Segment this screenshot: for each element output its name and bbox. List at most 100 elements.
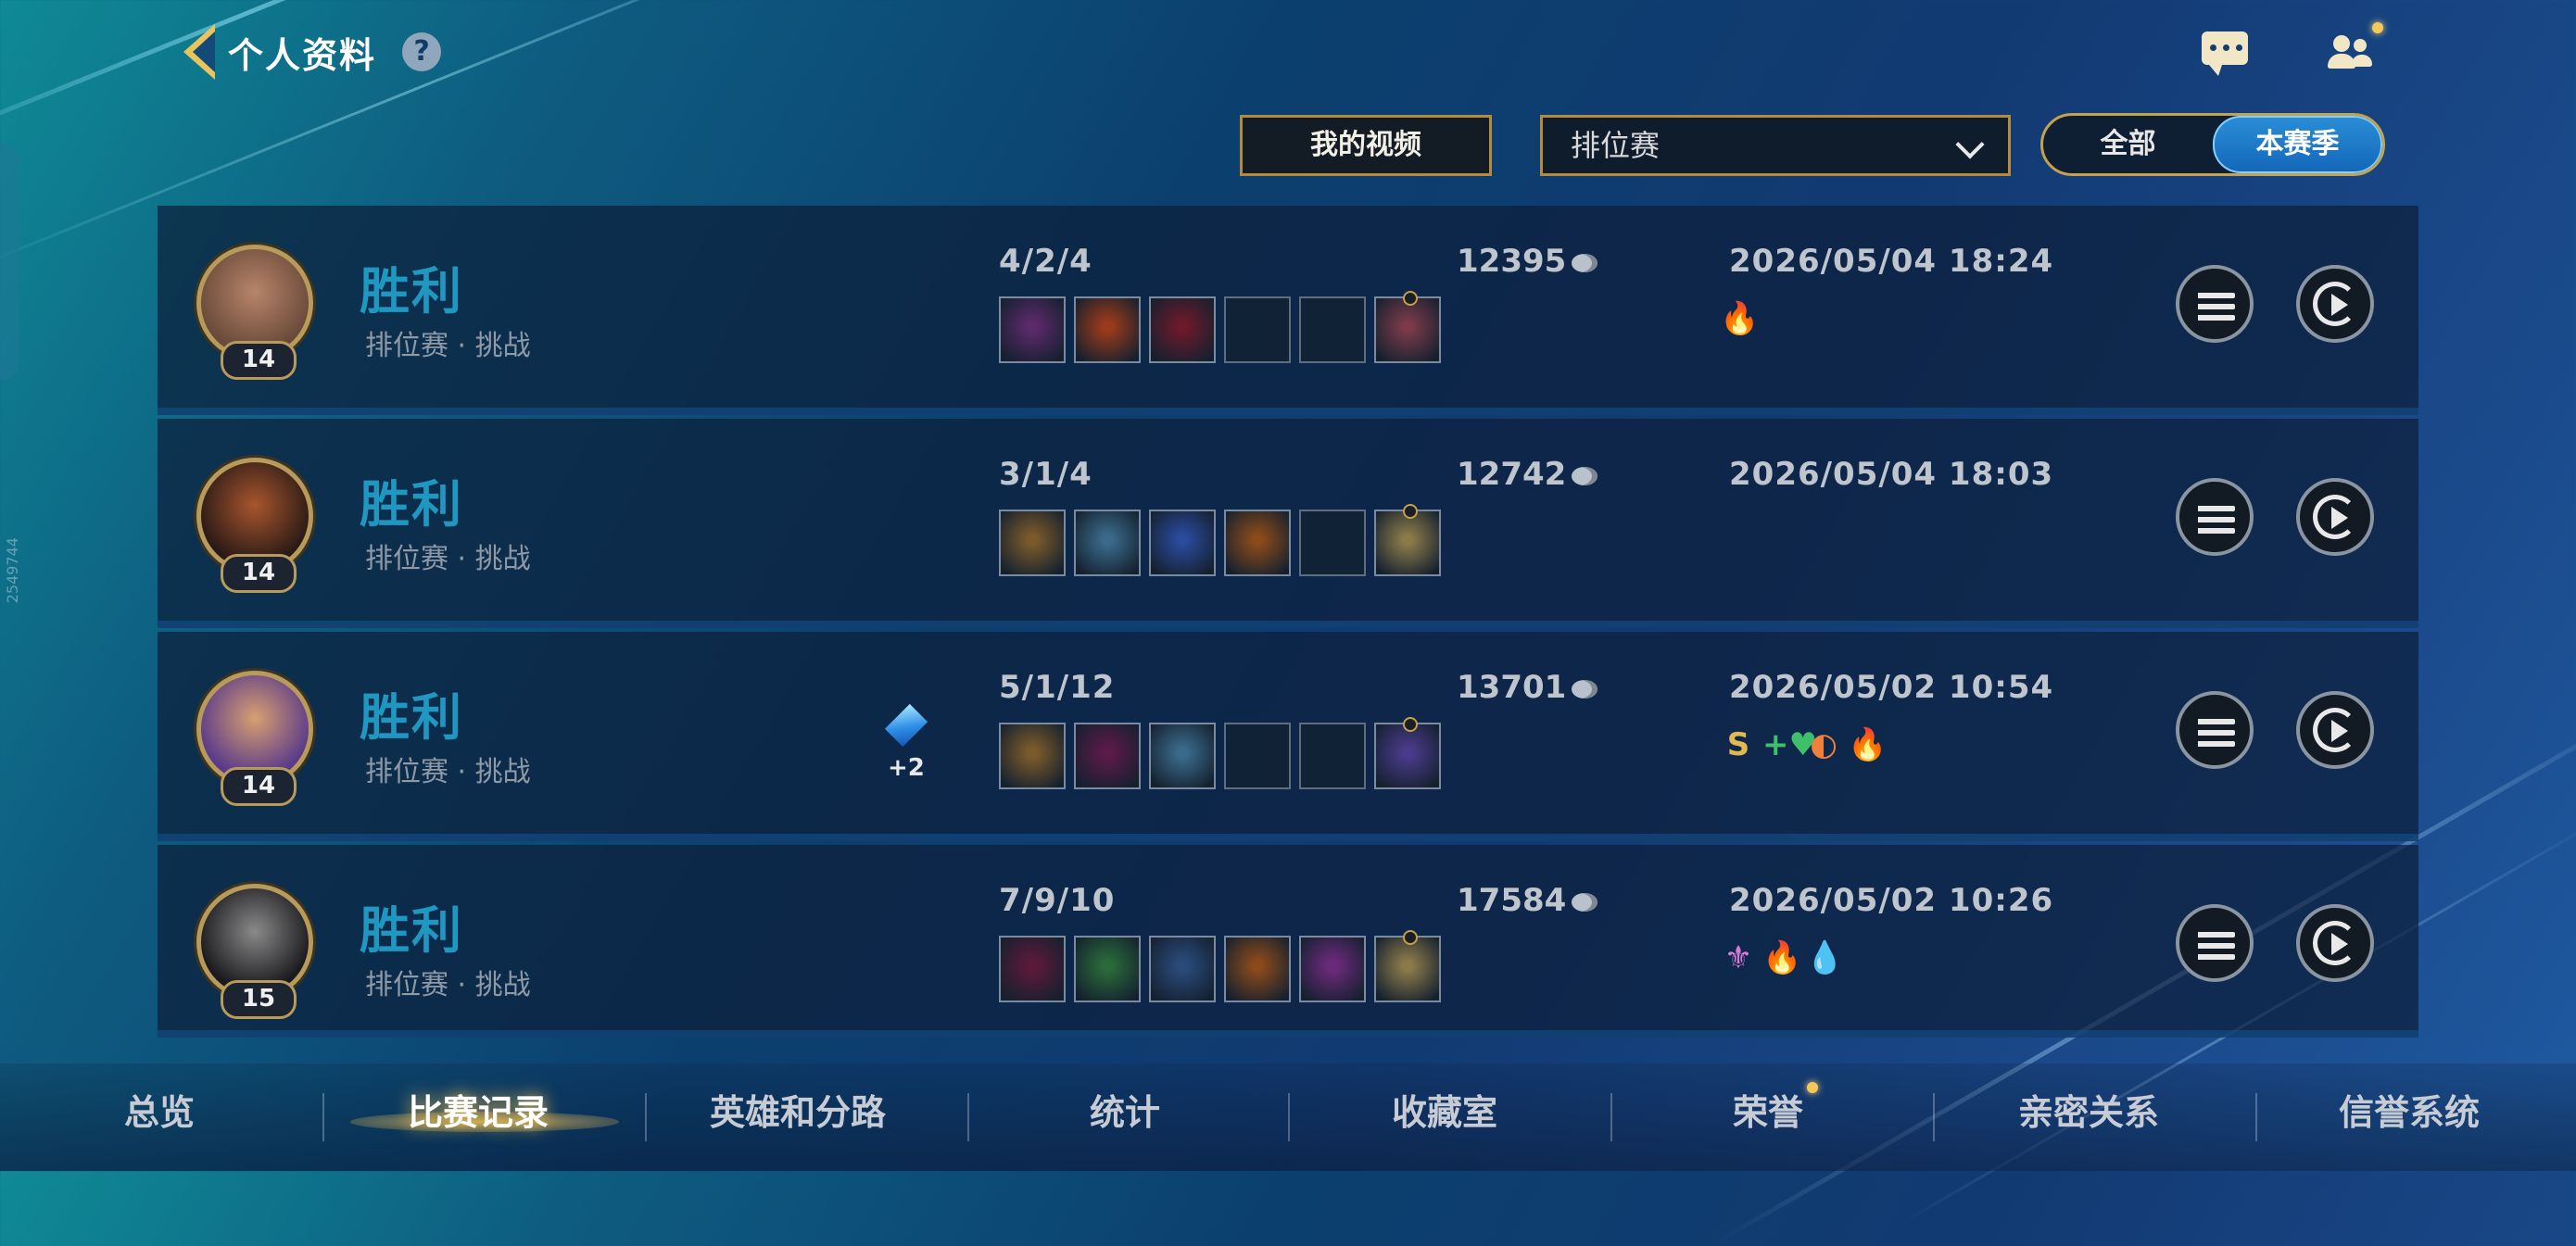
achievement-badges: ⚜ 🔥 💧 [1720, 939, 1845, 976]
item-icon[interactable] [1224, 936, 1291, 1002]
item-icon[interactable] [1374, 717, 1441, 789]
match-details-button[interactable] [2176, 265, 2254, 343]
match-result: 胜利 [360, 901, 463, 960]
item-icon[interactable] [1074, 296, 1141, 363]
notification-dot [2372, 22, 2383, 33]
item-icon[interactable] [1074, 936, 1141, 1002]
chevron-left-icon [183, 24, 215, 80]
item-icon[interactable] [1299, 936, 1366, 1002]
achievement-badge-icon: +♥ [1762, 726, 1817, 763]
match-mode-text: 排位赛 · 挑战 [365, 543, 531, 575]
replay-button[interactable] [2296, 478, 2374, 556]
game-mode-select[interactable]: 排位赛 [1540, 115, 2011, 176]
tab-champions-roles[interactable]: 英雄和分路 [710, 1084, 886, 1135]
replay-button[interactable] [2296, 904, 2374, 982]
season-option-all[interactable]: 全部 [2043, 116, 2213, 173]
champion-level-badge: 14 [221, 767, 297, 806]
item-icon[interactable] [1149, 510, 1216, 576]
gold-coin-icon [1572, 679, 1598, 699]
item-slots [999, 930, 1441, 1002]
diamond-icon [884, 703, 928, 748]
match-details-button[interactable] [2176, 478, 2254, 556]
kda-text: 5/1/12 [999, 669, 1116, 706]
match-datetime: 2026/05/04 18:03 [1729, 456, 2054, 493]
gold-value: 17584 [1457, 882, 1598, 919]
match-result: 胜利 [360, 262, 463, 321]
item-icon[interactable] [1074, 510, 1141, 576]
achievement-badge-icon: ◐ [1810, 726, 1837, 763]
item-slots [999, 291, 1441, 363]
champion-level-badge: 14 [221, 341, 297, 380]
match-row[interactable]: 14 胜利 排位赛 · 挑战 3/1/4 12742 2026/05/04 18:03 [158, 419, 2418, 628]
achievement-badge-icon: S [1726, 726, 1750, 763]
achievement-badge-icon: ⚜ [1724, 939, 1753, 976]
achievement-badge-icon: 🔥 [1720, 300, 1760, 337]
gem-count: +2 [888, 754, 925, 782]
achievement-badge-icon: 🔥 [1848, 726, 1888, 763]
item-icon[interactable] [999, 936, 1066, 1002]
item-icon[interactable] [1149, 723, 1216, 789]
match-details-button[interactable] [2176, 691, 2254, 769]
empty-item-slot[interactable] [1299, 510, 1366, 576]
bottom-nav: 总览 比赛记录 英雄和分路 统计 收藏室 荣誉 亲密关系 信誉系统 [0, 1064, 2576, 1171]
item-icon[interactable] [1374, 291, 1441, 363]
my-videos-button[interactable]: 我的视频 [1240, 115, 1492, 176]
side-id-text: 2549744 [4, 537, 21, 604]
item-icon[interactable] [1374, 504, 1441, 576]
item-icon[interactable] [1074, 723, 1141, 789]
replay-button[interactable] [2296, 265, 2374, 343]
match-row[interactable]: 14 胜利排位赛 · 挑战 +2 5/1/12 13701 2026/05/02 10:5… [158, 632, 2418, 841]
match-result: 胜利 [360, 688, 463, 747]
match-mode-text: 排位赛 · 挑战 [365, 969, 531, 1001]
side-drawer-handle[interactable] [0, 144, 19, 380]
friends-icon[interactable] [2328, 22, 2383, 76]
achievement-badges: S +♥ ◐ 🔥 [1720, 726, 1888, 763]
item-icon[interactable] [1224, 510, 1291, 576]
item-icon[interactable] [999, 296, 1066, 363]
item-icon[interactable] [1149, 936, 1216, 1002]
page-title: 个人资料 [228, 34, 377, 76]
match-datetime: 2026/05/02 10:54 [1729, 669, 2054, 706]
back-button[interactable]: 个人资料 ? [183, 24, 442, 80]
tab-honor[interactable]: 荣誉 [1733, 1084, 1803, 1135]
tab-match-history[interactable]: 比赛记录 [408, 1084, 549, 1135]
champion-level-badge: 15 [221, 980, 297, 1019]
gold-coin-icon [1572, 466, 1598, 485]
item-icon[interactable] [1149, 296, 1216, 363]
tab-overview[interactable]: 总览 [124, 1084, 195, 1135]
achievement-badge-icon: 🔥 [1762, 939, 1802, 976]
empty-item-slot[interactable] [1224, 723, 1291, 789]
season-option-current[interactable]: 本赛季 [2213, 116, 2382, 173]
kda-text: 7/9/10 [999, 882, 1116, 919]
match-mode-text: 排位赛 · 挑战 [365, 756, 531, 788]
match-mode-text: 排位赛 · 挑战 [365, 330, 531, 362]
gold-value: 12742 [1457, 456, 1598, 493]
empty-item-slot[interactable] [1299, 723, 1366, 789]
match-row[interactable]: 15 胜利 排位赛 · 挑战 7/9/10 17584 2026/05/02 10:26 ⚜… [158, 845, 2418, 1038]
tab-credit-system[interactable]: 信誉系统 [2339, 1084, 2480, 1135]
replay-button[interactable] [2296, 691, 2374, 769]
item-icon[interactable] [999, 723, 1066, 789]
gold-coin-icon [1572, 892, 1598, 912]
season-toggle[interactable]: 全部 本赛季 [2040, 113, 2385, 176]
notification-dot [1807, 1082, 1818, 1093]
gold-coin-icon [1572, 253, 1598, 272]
match-row[interactable]: 14 胜利 排位赛 · 挑战 4/2/4 12395 2026/05/04 18:24 🔥 [158, 206, 2418, 415]
tab-relations[interactable]: 亲密关系 [2018, 1084, 2159, 1135]
item-icon[interactable] [1374, 930, 1441, 1002]
champion-level-badge: 14 [221, 554, 297, 593]
match-result: 胜利 [360, 475, 463, 534]
chat-icon[interactable] [2202, 31, 2252, 76]
achievement-badge-icon: 💧 [1805, 939, 1845, 976]
gold-value: 13701 [1457, 669, 1598, 706]
match-details-button[interactable] [2176, 904, 2254, 982]
item-slots [999, 504, 1441, 576]
gem-reward: +2 [884, 703, 928, 782]
empty-item-slot[interactable] [1299, 296, 1366, 363]
tab-collection[interactable]: 收藏室 [1392, 1084, 1497, 1135]
help-icon[interactable]: ? [402, 32, 442, 71]
tab-stats[interactable]: 统计 [1090, 1084, 1160, 1135]
item-icon[interactable] [999, 510, 1066, 576]
item-slots [999, 717, 1441, 789]
empty-item-slot[interactable] [1224, 296, 1291, 363]
